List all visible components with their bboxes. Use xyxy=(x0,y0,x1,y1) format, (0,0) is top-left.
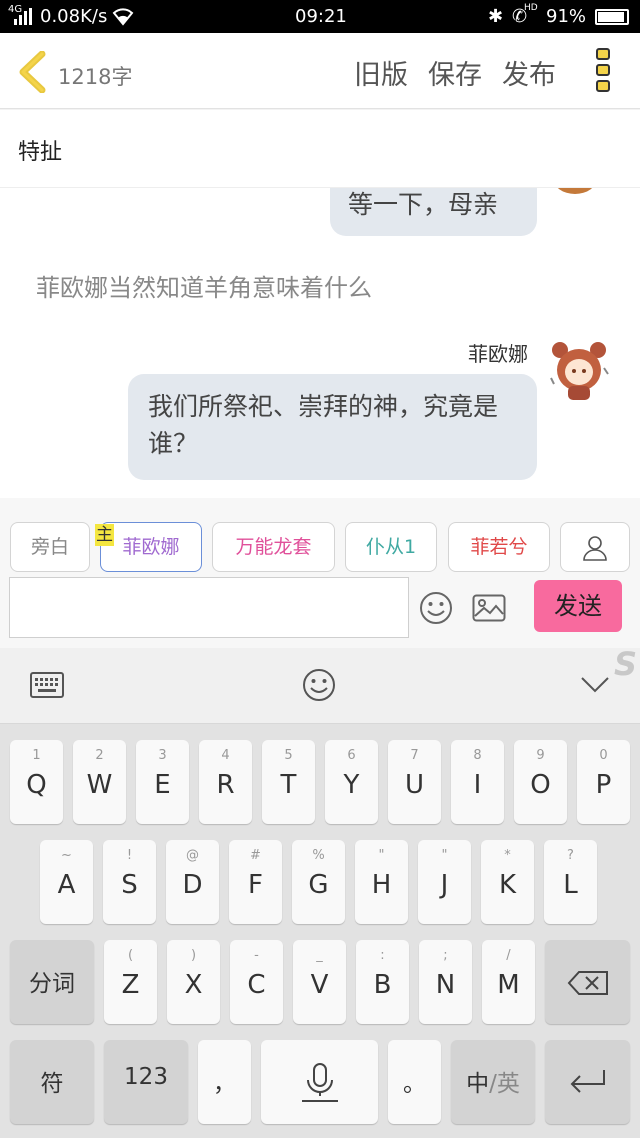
role-chip-extra[interactable]: 万能龙套 xyxy=(212,522,335,572)
keyboard: 1Q 2W 3E 4R 5T 6Y 7U 8I 9O 0P ~ A ! S @ D #… xyxy=(0,724,640,1138)
chapter-title-bar: 特扯 xyxy=(0,110,640,188)
send-button[interactable]: 发送 xyxy=(534,580,622,632)
key-h[interactable]: " H xyxy=(355,840,408,924)
role-chip-servant[interactable]: 仆从1 xyxy=(345,522,437,572)
user-icon xyxy=(583,536,607,561)
ime-logo: S xyxy=(614,645,638,683)
key-q[interactable]: 1Q xyxy=(10,740,63,824)
message-bubble[interactable]: 我们所祭祀、崇拜的神，究竟是谁？ xyxy=(128,374,537,480)
main-role-badge: 主 xyxy=(95,524,114,546)
key-u[interactable]: 7U xyxy=(388,740,441,824)
key-d[interactable]: @ D xyxy=(166,840,219,924)
chapter-title[interactable]: 特扯 xyxy=(18,134,62,166)
status-bar: 4G 0.08K/s 09:21 ✱ ✆ HD 91% xyxy=(0,0,640,33)
backspace-icon xyxy=(567,971,608,995)
key-symbols[interactable]: 符 xyxy=(10,1040,94,1124)
key-t[interactable]: 5T xyxy=(262,740,315,824)
image-icon[interactable] xyxy=(472,594,506,622)
key-w[interactable]: 2W xyxy=(73,740,126,824)
key-m[interactable]: / M xyxy=(482,940,535,1024)
speaker-name: 菲欧娜 xyxy=(468,342,528,366)
old-version-button[interactable]: 旧版 xyxy=(354,53,408,92)
message-text: 等一下，母亲 xyxy=(348,190,499,219)
message-input[interactable] xyxy=(9,577,409,638)
more-menu-icon[interactable] xyxy=(596,46,614,96)
role-manage-button[interactable] xyxy=(560,522,630,572)
key-p[interactable]: 0P xyxy=(577,740,630,824)
collapse-keyboard-icon[interactable] xyxy=(580,676,610,694)
emoji-icon[interactable] xyxy=(419,591,453,625)
chat-area: 等一下，母亲 菲欧娜当然知道羊角意味着什么 菲欧娜 我们所祭祀、崇拜的神，究竟是… xyxy=(0,188,640,498)
back-icon[interactable] xyxy=(16,51,48,93)
wifi-icon xyxy=(112,8,134,26)
key-g[interactable]: % G xyxy=(292,840,345,924)
message-bubble-partial[interactable]: 等一下，母亲 xyxy=(330,188,537,236)
clock: 09:21 xyxy=(295,6,347,27)
key-s[interactable]: ! S xyxy=(103,840,156,924)
enter-icon xyxy=(570,1070,605,1093)
character-avatar[interactable] xyxy=(546,338,612,404)
message-text: 我们所祭祀、崇拜的神，究竟是谁？ xyxy=(148,392,499,458)
key-r[interactable]: 4R xyxy=(199,740,252,824)
key-o[interactable]: 9O xyxy=(514,740,567,824)
key-numbers[interactable]: 123 xyxy=(104,1040,188,1124)
key-comma[interactable]: ， xyxy=(198,1040,251,1124)
role-chip-narrator[interactable]: 旁白 xyxy=(10,522,90,572)
lang-separator: / xyxy=(489,1071,497,1097)
role-chip-feiruoxi[interactable]: 菲若兮 xyxy=(448,522,550,572)
signal-icon xyxy=(14,8,32,25)
avatar-partial[interactable] xyxy=(552,188,598,198)
key-enter[interactable] xyxy=(545,1040,630,1124)
save-button[interactable]: 保存 xyxy=(428,53,482,92)
battery-icon xyxy=(595,9,629,25)
key-l[interactable]: ? L xyxy=(544,840,597,924)
key-x[interactable]: ) X xyxy=(167,940,220,1024)
narration-text[interactable]: 菲欧娜当然知道羊角意味着什么 xyxy=(36,268,372,303)
compose-area: 旁白 菲欧娜 主 万能龙套 仆从1 菲若兮 发送 xyxy=(0,498,640,648)
word-count: 1218字 xyxy=(58,65,133,89)
key-y[interactable]: 6Y xyxy=(325,740,378,824)
key-z[interactable]: (Z xyxy=(104,940,157,1024)
key-a[interactable]: ~ A xyxy=(40,840,93,924)
lang-en: 英 xyxy=(496,1071,520,1097)
key-b[interactable]: :B xyxy=(356,940,409,1024)
app-bar: 1218字 旧版 保存 发布 xyxy=(0,33,640,109)
key-j[interactable]: " J xyxy=(418,840,471,924)
network-speed: 0.08K/s xyxy=(40,6,108,27)
bluetooth-icon: ✱ xyxy=(488,6,504,27)
key-c[interactable]: -C xyxy=(230,940,283,1024)
lang-zh: 中 xyxy=(466,1071,490,1097)
keyboard-icon[interactable] xyxy=(30,672,64,698)
key-k[interactable]: * K xyxy=(481,840,534,924)
key-language-switch[interactable]: 中/英 xyxy=(451,1040,535,1124)
key-f[interactable]: # F xyxy=(229,840,282,924)
publish-button[interactable]: 发布 xyxy=(502,53,556,92)
key-i[interactable]: 8I xyxy=(451,740,504,824)
battery-level: 91% xyxy=(546,6,587,27)
key-e[interactable]: 3E xyxy=(136,740,189,824)
key-v[interactable]: _ V xyxy=(293,940,346,1024)
microphone-icon xyxy=(301,1063,338,1102)
key-backspace[interactable] xyxy=(545,940,630,1024)
key-space[interactable] xyxy=(261,1040,378,1124)
keyboard-emoji-icon[interactable] xyxy=(302,668,336,702)
hd-badge: HD xyxy=(524,3,538,13)
key-n[interactable]: ; N xyxy=(419,940,472,1024)
role-chip-fiona[interactable]: 菲欧娜 xyxy=(100,522,202,572)
keyboard-toolbar: S xyxy=(0,645,640,724)
key-segment[interactable]: 分词 xyxy=(10,940,94,1024)
key-period[interactable]: 。 xyxy=(388,1040,441,1124)
